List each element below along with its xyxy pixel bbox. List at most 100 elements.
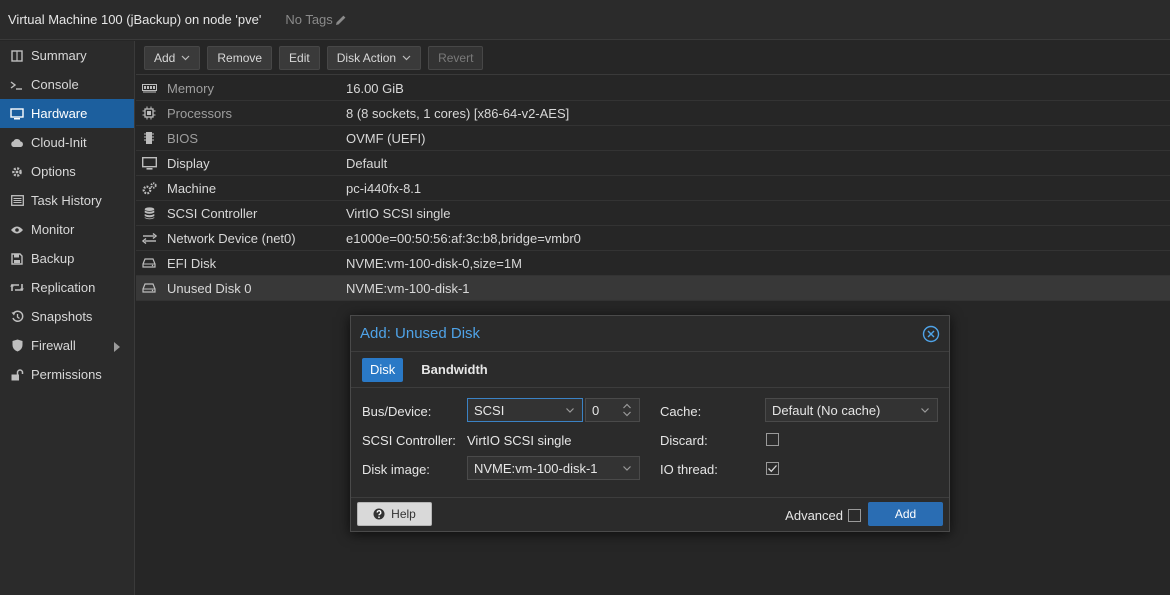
list-icon	[8, 195, 26, 206]
pencil-icon[interactable]	[335, 14, 347, 26]
sidebar-item-label: Monitor	[31, 222, 75, 237]
io-thread-checkbox[interactable]	[766, 462, 779, 475]
page-title: Virtual Machine 100 (jBackup) on node 'p…	[8, 12, 262, 27]
row-value: 16.00 GiB	[346, 80, 404, 96]
sidebar-item-snapshots[interactable]: Snapshots	[0, 302, 134, 331]
sidebar-item-options[interactable]: Options	[0, 157, 134, 186]
sidebar-item-permissions[interactable]: Permissions	[0, 360, 134, 389]
advanced-label: Advanced	[785, 508, 843, 523]
row-value: e1000e=00:50:56:af:3c:b8,bridge=vmbr0	[346, 230, 581, 246]
table-row-scsi-controller[interactable]: SCSI Controller VirtIO SCSI single	[136, 201, 1170, 226]
cache-label: Cache:	[660, 404, 702, 419]
cogs-icon	[140, 181, 158, 195]
history-icon	[8, 310, 26, 323]
help-button-label: Help	[391, 507, 416, 521]
row-value: NVME:vm-100-disk-0,size=1M	[346, 255, 522, 271]
table-row-unused-disk-0[interactable]: Unused Disk 0 NVME:vm-100-disk-1	[136, 276, 1170, 301]
sidebar-item-label: Firewall	[31, 338, 76, 353]
hardware-grid: Memory 16.00 GiB Processors 8 (8 sockets…	[136, 76, 1170, 301]
sidebar-item-label: Permissions	[31, 367, 102, 382]
table-row-efi-disk[interactable]: EFI Disk NVME:vm-100-disk-0,size=1M	[136, 251, 1170, 276]
desktop-icon	[8, 107, 26, 120]
row-value: NVME:vm-100-disk-1	[346, 280, 470, 296]
table-row-display[interactable]: Display Default	[136, 151, 1170, 176]
table-row-processors[interactable]: Processors 8 (8 sockets, 1 cores) [x86-6…	[136, 101, 1170, 126]
disk-action-button[interactable]: Disk Action	[326, 45, 422, 70]
title-bar: Virtual Machine 100 (jBackup) on node 'p…	[0, 0, 1170, 40]
microchip-icon	[140, 131, 158, 145]
add-button[interactable]: Add	[144, 45, 201, 70]
database-icon	[140, 206, 158, 220]
tags-editor[interactable]: No Tags	[285, 12, 346, 27]
scsi-controller-value: VirtIO SCSI single	[467, 433, 572, 448]
scsi-controller-label: SCSI Controller:	[362, 433, 456, 448]
sidebar-item-label: Console	[31, 77, 79, 92]
row-value: VirtIO SCSI single	[346, 205, 451, 221]
device-number-stepper[interactable]: 0	[585, 398, 640, 422]
sidebar-item-firewall[interactable]: Firewall	[0, 331, 134, 360]
add-unused-disk-dialog: Add: Unused Disk Disk Bandwidth Bus/Devi…	[350, 315, 950, 532]
cpu-icon	[140, 106, 158, 120]
chevron-down-icon	[402, 55, 411, 60]
row-name: Memory	[167, 80, 214, 96]
sidebar-item-task-history[interactable]: Task History	[0, 186, 134, 215]
desktop-icon	[140, 156, 158, 170]
sidebar-item-cloud-init[interactable]: Cloud-Init	[0, 128, 134, 157]
row-name: Machine	[167, 180, 217, 196]
help-button[interactable]: Help	[357, 502, 432, 526]
terminal-icon	[8, 79, 26, 91]
submenu-arrow-icon[interactable]	[114, 340, 120, 355]
edit-button[interactable]: Edit	[279, 45, 320, 70]
dialog-title: Add: Unused Disk	[360, 325, 481, 342]
disk-action-button-label: Disk Action	[336, 50, 397, 65]
discard-label: Discard:	[660, 433, 708, 448]
row-name: SCSI Controller	[167, 205, 258, 221]
row-name: BIOS	[167, 130, 199, 146]
disk-image-label: Disk image:	[362, 462, 430, 477]
advanced-checkbox[interactable]	[848, 509, 861, 522]
tab-bandwidth[interactable]: Bandwidth	[413, 358, 495, 382]
row-name: Processors	[167, 105, 233, 121]
sidebar-item-console[interactable]: Console	[0, 70, 134, 99]
remove-button[interactable]: Remove	[207, 45, 273, 70]
sidebar-item-label: Backup	[31, 251, 75, 266]
sidebar-item-replication[interactable]: Replication	[0, 273, 134, 302]
row-value: Default	[346, 155, 388, 171]
chevron-down-icon	[921, 408, 929, 413]
sidebar-item-hardware[interactable]: Hardware	[0, 99, 134, 128]
chevron-down-icon	[566, 408, 574, 413]
tags-label: No Tags	[285, 12, 333, 27]
sidebar-item-summary[interactable]: Summary	[0, 41, 134, 70]
sidebar-item-label: Snapshots	[31, 309, 93, 324]
floppy-icon	[8, 252, 26, 265]
dialog-add-button[interactable]: Add	[868, 502, 943, 526]
bus-select-value: SCSI	[474, 402, 505, 418]
dialog-header: Add: Unused Disk	[351, 316, 949, 352]
disk-image-select[interactable]: NVME:vm-100-disk-1	[467, 456, 640, 480]
sidebar-item-backup[interactable]: Backup	[0, 244, 134, 273]
table-row-machine[interactable]: Machine pc-i440fx-8.1	[136, 176, 1170, 201]
discard-checkbox[interactable]	[766, 433, 779, 446]
tab-disk[interactable]: Disk	[362, 357, 404, 382]
question-circle-icon	[373, 508, 385, 520]
table-row-network-device[interactable]: Network Device (net0) e1000e=00:50:56:af…	[136, 226, 1170, 251]
chevron-down-icon	[181, 55, 190, 60]
gear-icon	[8, 166, 26, 178]
sidebar-item-label: Cloud-Init	[31, 135, 87, 150]
retweet-icon	[8, 282, 26, 293]
revert-button[interactable]: Revert	[428, 45, 484, 70]
cache-select[interactable]: Default (No cache)	[765, 398, 938, 422]
sidebar-item-monitor[interactable]: Monitor	[0, 215, 134, 244]
sidebar: Summary Console Hardware Cloud-Init Opti…	[0, 41, 135, 595]
spinner-icon[interactable]	[622, 402, 632, 418]
table-row-bios[interactable]: BIOS OVMF (UEFI)	[136, 126, 1170, 151]
table-row-memory[interactable]: Memory 16.00 GiB	[136, 76, 1170, 101]
hdd-icon	[140, 258, 158, 268]
sidebar-item-label: Replication	[31, 280, 96, 295]
close-icon[interactable]	[922, 325, 940, 343]
disk-form: Bus/Device: SCSI 0 SCSI Controller: Virt…	[351, 388, 949, 498]
device-number-value: 0	[592, 402, 600, 418]
bus-select[interactable]: SCSI	[467, 398, 583, 422]
shield-icon	[8, 339, 26, 352]
cache-select-value: Default (No cache)	[772, 402, 881, 418]
